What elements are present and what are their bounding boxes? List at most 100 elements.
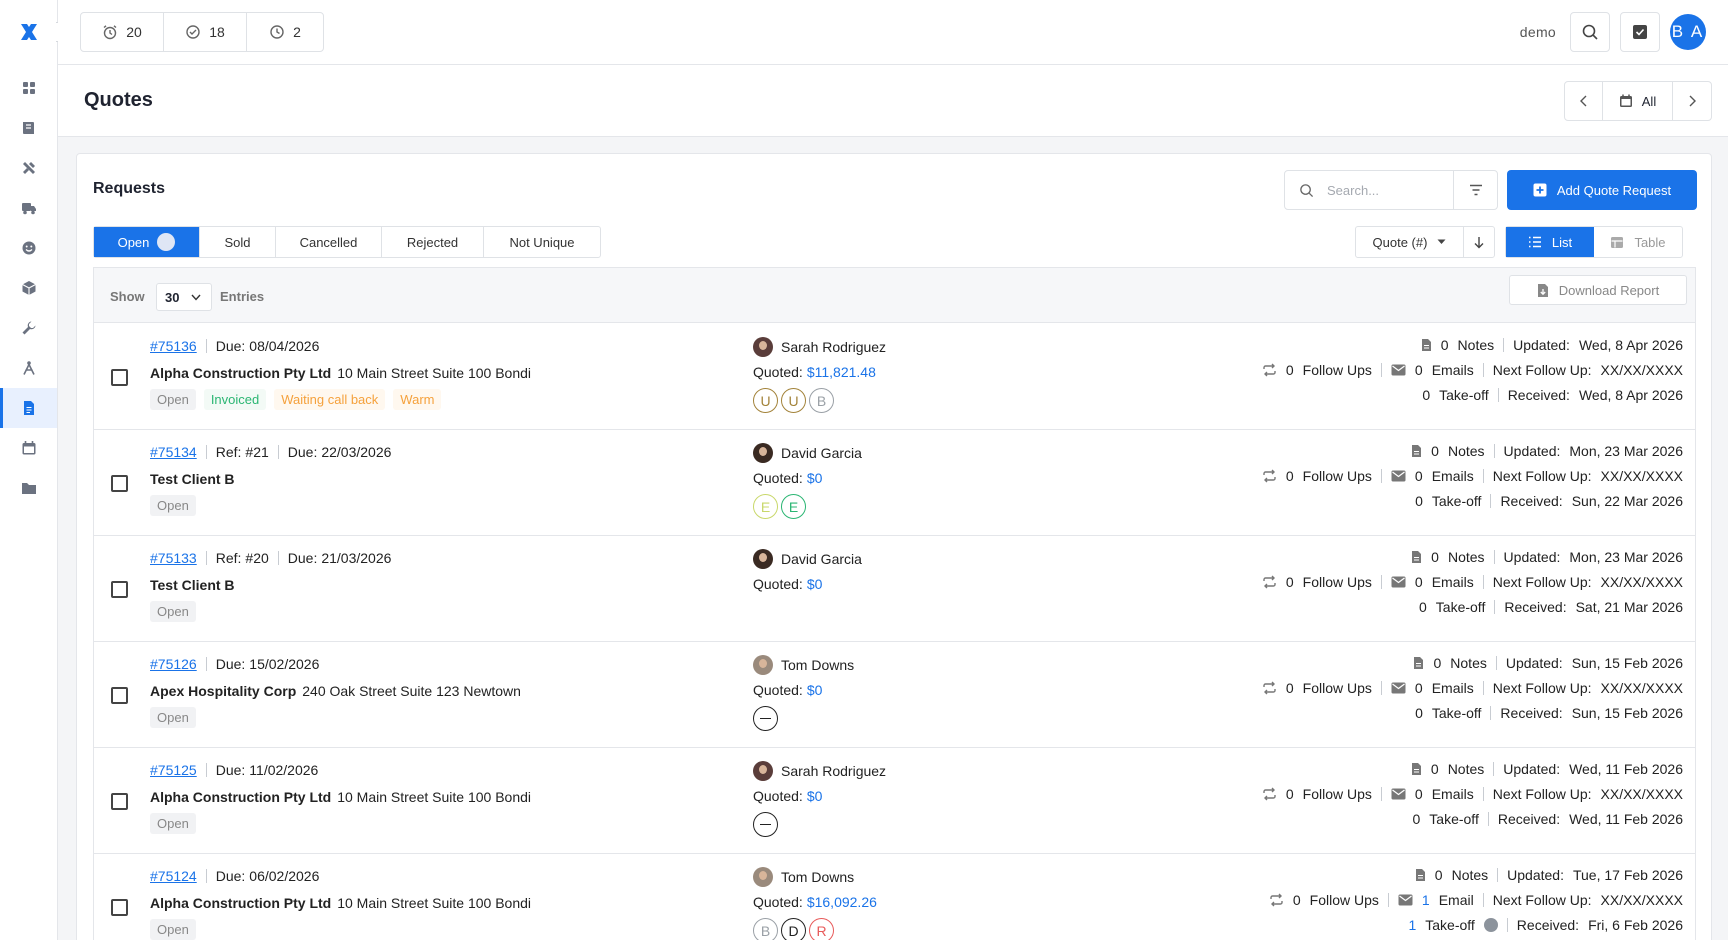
take-off-count[interactable]: 1: [1408, 917, 1416, 933]
divider: [1482, 893, 1484, 907]
entries-per-page-select[interactable]: 30: [156, 283, 212, 311]
book-icon: [22, 122, 34, 134]
filter-button[interactable]: [1453, 171, 1497, 209]
quote-meta: #75136 Due: 08/04/2026: [150, 338, 319, 354]
tab-not-unique[interactable]: Not Unique: [484, 227, 600, 257]
overdue-counter[interactable]: 20: [81, 13, 164, 51]
assignee-avatar: [753, 443, 773, 463]
row-checkbox[interactable]: [111, 687, 128, 704]
search-icon: [1582, 24, 1598, 40]
sidebar-item-tools[interactable]: [0, 148, 57, 188]
take-off-count: 0: [1415, 493, 1423, 509]
pending-counter[interactable]: 2: [247, 13, 323, 51]
sidebar-item-calendar[interactable]: [0, 428, 57, 468]
sidebar-item-customers[interactable]: [0, 228, 57, 268]
filter-icon: [1469, 184, 1482, 196]
no-user-icon[interactable]: [753, 812, 778, 837]
checkbox-checked-icon: [1633, 25, 1647, 39]
tab-cancelled[interactable]: Cancelled: [276, 227, 382, 257]
no-user-icon[interactable]: [753, 706, 778, 731]
quote-number-link[interactable]: #75126: [150, 656, 197, 672]
completed-counter[interactable]: 18: [164, 13, 247, 51]
quote-number-link[interactable]: #75125: [150, 762, 197, 778]
tab-open[interactable]: Open: [94, 227, 200, 257]
note-file-icon: [1411, 763, 1421, 775]
status-tags: Open: [150, 919, 196, 940]
quoted-value: $11,821.48: [806, 364, 876, 380]
sort-direction-button[interactable]: [1464, 227, 1494, 257]
emails-count[interactable]: 1: [1422, 892, 1430, 908]
quote-number-link[interactable]: #75136: [150, 338, 197, 354]
next-period-button[interactable]: [1673, 82, 1711, 120]
user-bubble[interactable]: U: [753, 388, 778, 413]
assignee: Sarah Rodriguez: [753, 761, 886, 781]
row-checkbox[interactable]: [111, 899, 128, 916]
tab-rejected[interactable]: Rejected: [382, 227, 484, 257]
sidebar-item-service[interactable]: [0, 308, 57, 348]
sort-field-select[interactable]: Quote (#): [1356, 227, 1464, 257]
client-address: 10 Main Street Suite 100 Bondi: [337, 365, 532, 381]
sidebar-item-book[interactable]: [0, 108, 57, 148]
tab-cancelled-label: Cancelled: [299, 234, 358, 250]
quoted-label: Quoted:: [753, 470, 803, 486]
row-checkbox[interactable]: [111, 475, 128, 492]
list-view-label: List: [1551, 234, 1573, 250]
status-tag: Open: [150, 601, 196, 622]
take-off-label: Take-off: [1431, 705, 1482, 721]
table-view-button[interactable]: Table: [1594, 227, 1682, 257]
note-file-icon: [1412, 445, 1422, 457]
assignee-avatar: [753, 655, 773, 675]
prev-period-button[interactable]: [1565, 82, 1603, 120]
user-bubble[interactable]: R: [809, 918, 834, 940]
row-checkbox[interactable]: [111, 581, 128, 598]
sidebar-item-files[interactable]: [0, 468, 57, 508]
divider: [1380, 787, 1382, 801]
user-bubble[interactable]: E: [753, 494, 778, 519]
tab-sold[interactable]: Sold: [200, 227, 276, 257]
user-bubble[interactable]: B: [809, 388, 834, 413]
received-label: Received:: [1500, 705, 1563, 721]
emails-label: Emails: [1431, 680, 1474, 696]
view-toggle: List Table: [1505, 226, 1683, 258]
client-name: Alpha Construction Pty Ltd: [150, 365, 332, 381]
assignee-avatar: [753, 761, 773, 781]
user-bubble[interactable]: E: [781, 494, 806, 519]
period-select[interactable]: All: [1603, 82, 1673, 120]
quote-number-link[interactable]: #75124: [150, 868, 197, 884]
add-quote-request-button[interactable]: Add Quote Request: [1507, 170, 1697, 210]
due-date: 22/03/2026: [321, 444, 392, 460]
sidebar-item-delivery[interactable]: [0, 188, 57, 228]
assignee: Tom Downs: [753, 867, 854, 887]
tab-open-count-badge: [157, 233, 176, 251]
search-input[interactable]: [1327, 182, 1447, 198]
assignee: Tom Downs: [753, 655, 854, 675]
client-address: 240 Oak Street Suite 123 Newtown: [302, 683, 521, 699]
status-tags: Open: [150, 707, 196, 728]
repeat-icon: [1270, 893, 1283, 907]
global-search-button[interactable]: [1570, 12, 1610, 52]
sidebar-item-dashboard[interactable]: [0, 68, 57, 108]
tasks-button[interactable]: [1620, 12, 1660, 52]
quote-number-link[interactable]: #75134: [150, 444, 197, 460]
user-avatar[interactable]: B A: [1670, 14, 1706, 50]
quoted-label: Quoted:: [753, 894, 803, 910]
row-checkbox[interactable]: [111, 369, 128, 386]
sidebar-item-products[interactable]: [0, 268, 57, 308]
assignee: David Garcia: [753, 549, 862, 569]
list-view-button[interactable]: List: [1506, 227, 1594, 257]
ref-label: Ref:: [215, 444, 242, 460]
sidebar-item-drafting[interactable]: [0, 348, 57, 388]
follow-ups-label: Follow Ups: [1302, 680, 1372, 696]
download-report-button[interactable]: Download Report: [1509, 275, 1687, 305]
divider: [1482, 363, 1484, 377]
sidebar-item-quotes[interactable]: [0, 388, 57, 428]
user-bubble[interactable]: U: [781, 388, 806, 413]
user-bubble[interactable]: D: [781, 918, 806, 940]
quote-number-link[interactable]: #75133: [150, 550, 197, 566]
row-checkbox[interactable]: [111, 793, 128, 810]
smile-icon: [22, 241, 35, 255]
divider: [1493, 550, 1495, 564]
divider: [1487, 812, 1489, 826]
user-bubble[interactable]: B: [753, 918, 778, 940]
app-logo-icon[interactable]: [18, 21, 40, 43]
